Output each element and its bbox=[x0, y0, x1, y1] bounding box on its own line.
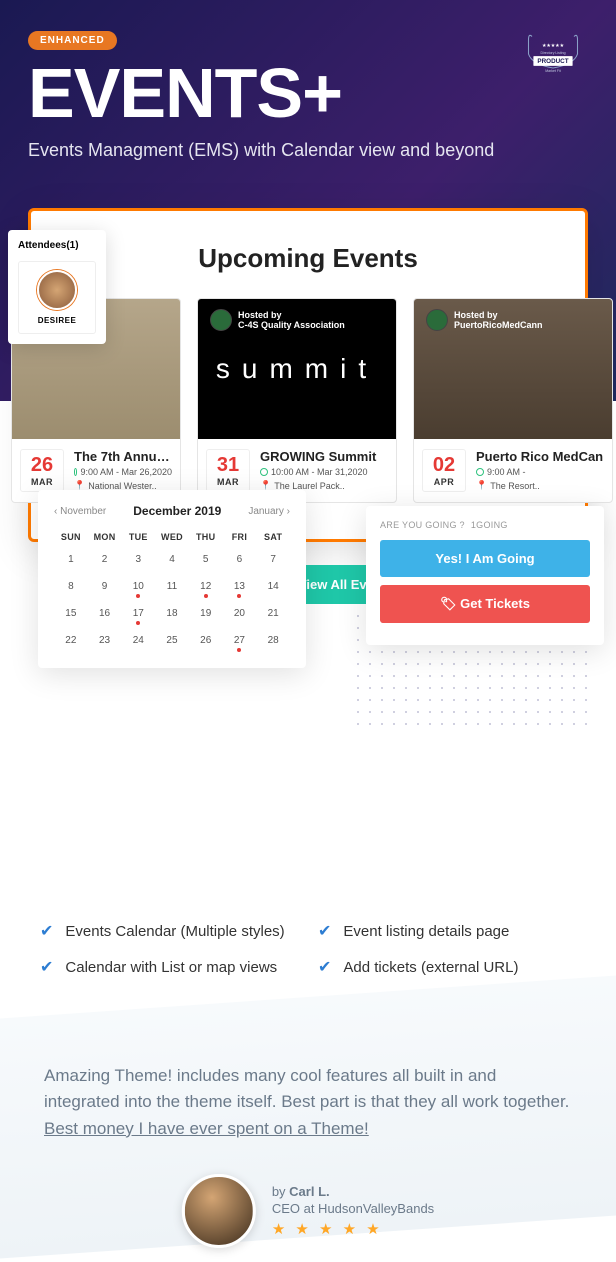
hero-title: EVENTS+ bbox=[28, 58, 588, 128]
calendar-day-header: SAT bbox=[256, 532, 290, 542]
hero-subtitle: Events Managment (EMS) with Calendar vie… bbox=[28, 140, 588, 161]
check-icon: ✔ bbox=[40, 921, 53, 941]
attendee-card[interactable]: DESIREE bbox=[18, 261, 96, 334]
showcase-heading: Upcoming Events bbox=[51, 243, 565, 274]
calendar-day-header: SUN bbox=[54, 532, 88, 542]
feature-item: ✔Events Calendar (Multiple styles) bbox=[40, 921, 298, 941]
host-label: Hosted byC-4S Quality Association bbox=[210, 309, 345, 331]
get-tickets-button[interactable]: 🏷 Get Tickets bbox=[380, 585, 590, 623]
clock-icon bbox=[260, 468, 268, 476]
author-role: CEO at HudsonValleyBands bbox=[272, 1201, 434, 1216]
calendar-day-header: THU bbox=[189, 532, 223, 542]
check-icon: ✔ bbox=[318, 921, 331, 941]
event-date-box: 02 APR bbox=[422, 449, 466, 492]
host-avatar-icon bbox=[210, 309, 232, 331]
calendar-day[interactable]: 18 bbox=[155, 604, 189, 623]
calendar-day[interactable]: 1 bbox=[54, 550, 88, 569]
product-badge: ★★★★★ Directory Listing PRODUCT Market F… bbox=[518, 26, 588, 96]
event-image: Hosted byPuertoRicoMedCann bbox=[414, 299, 612, 439]
calendar-day[interactable]: 23 bbox=[88, 631, 122, 650]
calendar-day[interactable]: 28 bbox=[256, 631, 290, 650]
event-card[interactable]: Hosted byC-4S Quality Association summit… bbox=[197, 298, 397, 503]
calendar-widget: ‹ November December 2019 January › SUNMO… bbox=[38, 490, 306, 668]
calendar-day[interactable]: 20 bbox=[223, 604, 257, 623]
calendar-day[interactable]: 2 bbox=[88, 550, 122, 569]
check-icon: ✔ bbox=[40, 957, 53, 977]
calendar-day[interactable]: 26 bbox=[189, 631, 223, 650]
attendee-name: DESIREE bbox=[27, 316, 87, 325]
attendee-avatar bbox=[37, 270, 77, 310]
calendar-day[interactable]: 11 bbox=[155, 577, 189, 596]
calendar-day[interactable]: 19 bbox=[189, 604, 223, 623]
event-title: GROWING Summit bbox=[260, 449, 388, 464]
feature-item: ✔Add tickets (external URL) bbox=[318, 957, 576, 977]
svg-text:Directory Listing: Directory Listing bbox=[540, 51, 565, 55]
event-date-box: 26 MAR bbox=[20, 449, 64, 492]
calendar-day[interactable]: 15 bbox=[54, 604, 88, 623]
calendar-day[interactable]: 25 bbox=[155, 631, 189, 650]
author-avatar bbox=[182, 1174, 256, 1248]
calendar-day-header: FRI bbox=[223, 532, 257, 542]
calendar-day[interactable]: 9 bbox=[88, 577, 122, 596]
calendar-day[interactable]: 24 bbox=[121, 631, 155, 650]
event-image-text: summit bbox=[216, 353, 378, 385]
check-icon: ✔ bbox=[318, 957, 331, 977]
clock-icon bbox=[476, 468, 484, 476]
rsvp-popover: ARE YOU GOING ?1GOING Yes! I Am Going 🏷 … bbox=[366, 506, 604, 645]
calendar-day[interactable]: 3 bbox=[121, 550, 155, 569]
event-title: Puerto Rico MedCan bbox=[476, 449, 604, 464]
rsvp-yes-button[interactable]: Yes! I Am Going bbox=[380, 540, 590, 577]
event-card[interactable]: Hosted byPuertoRicoMedCann 02 APR Puerto… bbox=[413, 298, 613, 503]
event-cards-row: Hosted byCompany 26 MAR The 7th Annual..… bbox=[51, 298, 565, 503]
calendar-day[interactable]: 12 bbox=[189, 577, 223, 596]
svg-text:Market Fit: Market Fit bbox=[545, 69, 561, 73]
calendar-day[interactable]: 21 bbox=[256, 604, 290, 623]
calendar-day-header: TUE bbox=[121, 532, 155, 542]
calendar-day[interactable]: 17 bbox=[121, 604, 155, 623]
author-name: by Carl L. bbox=[272, 1184, 434, 1199]
testimonial-author: by Carl L. CEO at HudsonValleyBands ★ ★ … bbox=[182, 1174, 434, 1248]
calendar-day[interactable]: 8 bbox=[54, 577, 88, 596]
enhanced-badge: ENHANCED bbox=[28, 31, 117, 50]
clock-icon bbox=[74, 468, 77, 476]
event-image: Hosted byC-4S Quality Association summit bbox=[198, 299, 396, 439]
event-date-box: 31 MAR bbox=[206, 449, 250, 492]
calendar-day-header: MON bbox=[88, 532, 122, 542]
event-title: The 7th Annual... bbox=[74, 449, 172, 464]
svg-text:★★★★★: ★★★★★ bbox=[542, 43, 565, 49]
calendar-day-header: WED bbox=[155, 532, 189, 542]
attendees-popover: Attendees(1) DESIREE bbox=[8, 230, 106, 344]
feature-item: ✔Calendar with List or map views bbox=[40, 957, 298, 977]
testimonial-section: Amazing Theme! includes many cool featur… bbox=[0, 1027, 616, 1262]
host-avatar-icon bbox=[426, 309, 448, 331]
star-rating-icon: ★ ★ ★ ★ ★ bbox=[272, 1220, 434, 1238]
calendar-day[interactable]: 14 bbox=[256, 577, 290, 596]
features-grid: ✔Events Calendar (Multiple styles) ✔Event… bbox=[0, 921, 616, 977]
calendar-day[interactable]: 7 bbox=[256, 550, 290, 569]
rsvp-question: ARE YOU GOING ?1GOING bbox=[380, 520, 590, 530]
calendar-day[interactable]: 6 bbox=[223, 550, 257, 569]
calendar-day[interactable]: 13 bbox=[223, 577, 257, 596]
svg-text:PRODUCT: PRODUCT bbox=[537, 58, 568, 65]
attendees-heading: Attendees(1) bbox=[18, 240, 96, 251]
calendar-prev-button[interactable]: ‹ November bbox=[54, 506, 106, 517]
calendar-day[interactable]: 16 bbox=[88, 604, 122, 623]
pin-icon: 📍 bbox=[476, 480, 487, 491]
testimonial-quote: Amazing Theme! includes many cool featur… bbox=[44, 1063, 572, 1142]
calendar-day[interactable]: 22 bbox=[54, 631, 88, 650]
calendar-month-label: December 2019 bbox=[133, 504, 221, 518]
feature-item: ✔Event listing details page bbox=[318, 921, 576, 941]
calendar-day[interactable]: 10 bbox=[121, 577, 155, 596]
calendar-day[interactable]: 4 bbox=[155, 550, 189, 569]
calendar-next-button[interactable]: January › bbox=[248, 506, 290, 517]
calendar-day[interactable]: 5 bbox=[189, 550, 223, 569]
calendar-day[interactable]: 27 bbox=[223, 631, 257, 650]
host-label: Hosted byPuertoRicoMedCann bbox=[426, 309, 543, 331]
